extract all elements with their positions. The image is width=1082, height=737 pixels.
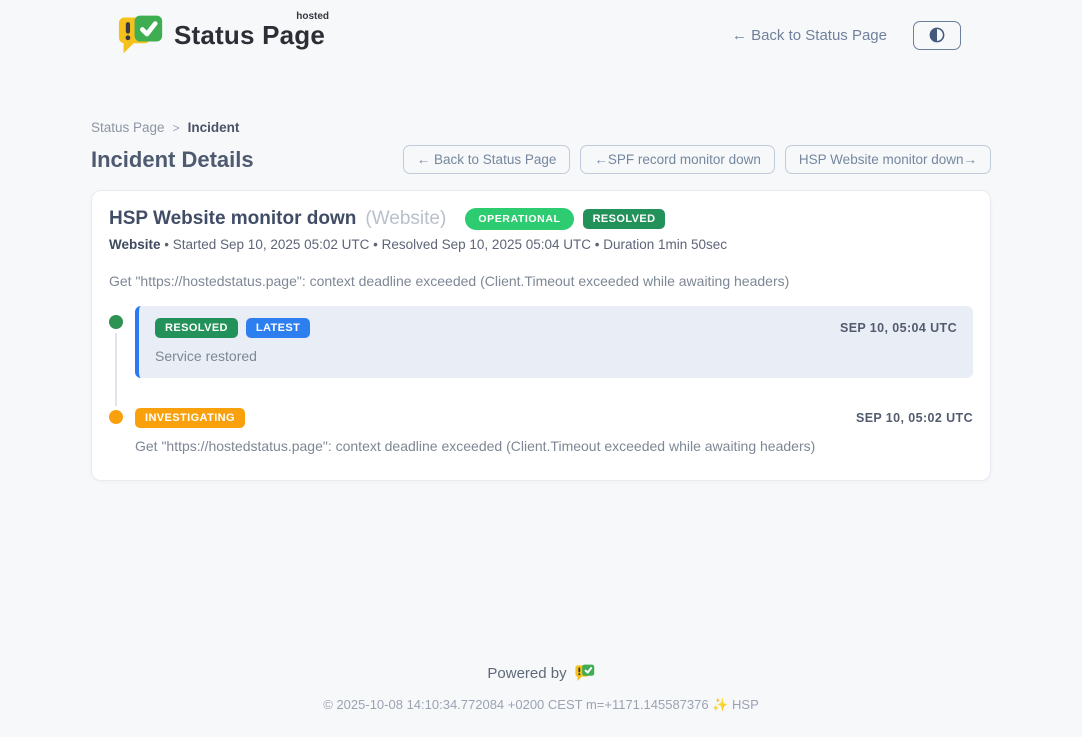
- powered-by-logo-icon: [575, 664, 595, 682]
- powered-by-link[interactable]: Powered by: [487, 664, 594, 682]
- brand-logo-icon: [118, 14, 164, 56]
- timeline-timestamp: SEP 10, 05:04 UTC: [840, 321, 957, 335]
- page-title: Incident Details: [91, 147, 254, 173]
- resolved-state-badge: RESOLVED: [583, 209, 666, 229]
- timeline-message: Service restored: [155, 348, 957, 364]
- main-content: Status Page > Incident Incident Details …: [91, 120, 991, 481]
- prev-incident-button[interactable]: ←SPF record monitor down: [580, 145, 775, 174]
- timeline-dot-green: [109, 315, 123, 329]
- timeline-timestamp: SEP 10, 05:02 UTC: [856, 411, 973, 425]
- timeline-entry-card: RESOLVED LATEST SEP 10, 05:04 UTC Servic…: [135, 306, 973, 378]
- timeline-entry-resolved: RESOLVED LATEST SEP 10, 05:04 UTC Servic…: [109, 306, 973, 378]
- back-to-status-page-button[interactable]: ← Back to Status Page: [403, 145, 571, 174]
- powered-by-label: Powered by: [487, 665, 566, 682]
- incident-meta-details: • Started Sep 10, 2025 05:02 UTC • Resol…: [164, 237, 727, 252]
- timeline-entry-plain: INVESTIGATING SEP 10, 05:02 UTC Get "htt…: [135, 408, 973, 454]
- copyright-text: © 2025-10-08 14:10:34.772084 +0200 CEST …: [0, 697, 1082, 713]
- half-circle-icon: [926, 24, 948, 46]
- brand-name: Status Page: [174, 20, 325, 50]
- brand-logo[interactable]: Status Page hosted: [118, 14, 325, 56]
- footer: Powered by © 2025-10-08 14:10:34.772084 …: [0, 664, 1082, 713]
- breadcrumb-incident: Incident: [188, 120, 240, 135]
- incident-timeline: RESOLVED LATEST SEP 10, 05:04 UTC Servic…: [109, 306, 973, 454]
- back-to-status-page-link[interactable]: ← Back to Status Page: [732, 27, 887, 44]
- incident-title: HSP Website monitor down: [109, 208, 356, 230]
- incident-description: Get "https://hostedstatus.page": context…: [109, 273, 973, 289]
- next-incident-button[interactable]: HSP Website monitor down→: [785, 145, 991, 174]
- breadcrumb-status-page[interactable]: Status Page: [91, 120, 165, 135]
- incident-card: HSP Website monitor down (Website) OPERA…: [91, 190, 991, 481]
- incident-nav-buttons: ← Back to Status Page ←SPF record monito…: [403, 145, 991, 174]
- timeline-dot-orange: [109, 410, 123, 424]
- header: Status Page hosted ← Back to Status Page: [0, 0, 1082, 56]
- timeline-entry-investigating: INVESTIGATING SEP 10, 05:02 UTC Get "htt…: [109, 408, 973, 454]
- incident-meta: Website • Started Sep 10, 2025 05:02 UTC…: [109, 237, 973, 252]
- timeline-latest-badge: LATEST: [246, 318, 310, 338]
- timeline-resolved-badge: RESOLVED: [155, 318, 238, 338]
- theme-toggle-button[interactable]: [913, 21, 961, 50]
- incident-component: (Website): [365, 208, 446, 230]
- timeline-investigating-badge: INVESTIGATING: [135, 408, 245, 428]
- incident-meta-component: Website: [109, 237, 161, 252]
- breadcrumb-separator: >: [173, 121, 180, 135]
- brand-superscript: hosted: [296, 11, 329, 22]
- timeline-message: Get "https://hostedstatus.page": context…: [135, 438, 973, 454]
- operational-status-badge: OPERATIONAL: [465, 208, 573, 230]
- breadcrumb: Status Page > Incident: [91, 120, 991, 135]
